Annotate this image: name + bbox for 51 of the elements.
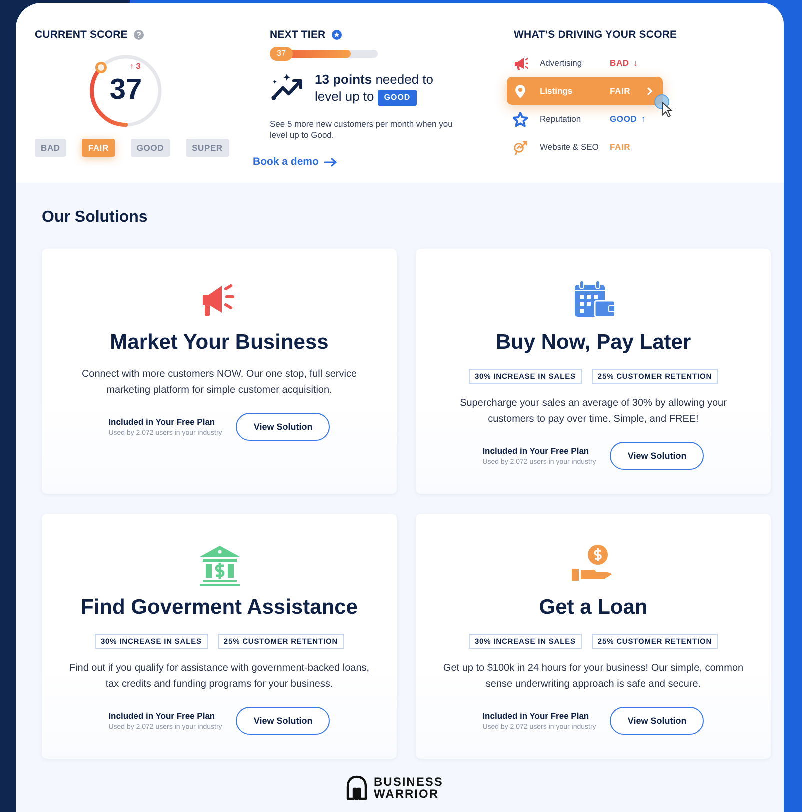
section-title: CURRENT SCORE — [35, 29, 128, 41]
view-solution-button[interactable]: View Solution — [236, 413, 330, 441]
score-value: 37 — [108, 74, 144, 107]
tier-description: See 5 more new customers per month when you level up to Good. — [270, 119, 454, 141]
score-factor-item[interactable]: Website & SEO FAIR — [507, 133, 663, 161]
plan-label: Included in Your Free Plan — [482, 446, 590, 456]
helmet-logo-icon — [346, 775, 368, 801]
score-factor-item[interactable]: Advertising BAD ↓ — [507, 49, 663, 77]
trend-arrow: ↑ — [641, 114, 646, 124]
magnifier-chart-icon — [513, 140, 528, 154]
plan-label: Included in Your Free Plan — [108, 711, 216, 721]
plan-label: Included in Your Free Plan — [108, 417, 216, 427]
score-change: ↑ 3 — [130, 62, 141, 71]
tier-badge: SUPER — [186, 139, 229, 157]
card-description: Connect with more customers NOW. Our one stop, full service marketing platform for simple customer acquisition. — [80, 368, 358, 398]
help-icon — [134, 30, 144, 40]
card-description: Get up to $100k in 24 hours for your business! Our simple, common sense underwriting approach is safe and secure. — [442, 662, 745, 692]
section-heading: Our Solutions — [42, 209, 149, 227]
view-solution-button[interactable]: View Solution — [610, 442, 704, 470]
brand-logo-text: BUSINESS WARRIOR — [374, 776, 444, 800]
card-title: Find Goverment Assistance — [81, 596, 358, 620]
star-badge-icon — [332, 30, 342, 40]
score-factor-item[interactable]: Reputation GOOD ↑ — [507, 105, 663, 133]
view-solution-button[interactable]: View Solution — [610, 707, 704, 735]
trend-arrow: ↓ — [633, 58, 638, 68]
star-icon — [513, 112, 528, 126]
book-demo-link[interactable]: Book a demo — [253, 156, 337, 168]
tier-badge: GOOD — [378, 90, 417, 106]
megaphone-icon — [513, 56, 528, 70]
chevron-right-icon — [647, 86, 653, 96]
card-title: Buy Now, Pay Later — [496, 331, 692, 355]
cursor-icon — [654, 94, 674, 118]
card-title: Get a Loan — [539, 596, 648, 620]
headline-text: 13 points needed to — [315, 71, 435, 88]
map-pin-icon — [513, 84, 528, 98]
card-description: Supercharge your sales an average of 30% by allowing your customers to pay over time. Simple, and FREE! — [459, 397, 728, 427]
card-title: Market Your Business — [110, 331, 329, 355]
headline-text: level up to — [315, 89, 374, 104]
card-description: Find out if you qualify for assistance with government-backed loans, tax credits and funding programs for your business. — [68, 662, 371, 692]
rating-text: BAD — [610, 58, 630, 68]
tier-badge: FAIR — [82, 139, 115, 157]
section-title: NEXT TIER — [270, 29, 326, 41]
progress-label: 37 — [270, 47, 293, 61]
plan-label: Included in Your Free Plan — [482, 711, 590, 721]
rating-text: GOOD — [610, 114, 638, 124]
tier-badge: GOOD — [130, 139, 170, 157]
rating-text: FAIR — [610, 142, 631, 152]
section-title: WHAT’S DRIVING YOUR SCORE — [514, 29, 678, 41]
arrow-icon — [324, 158, 337, 166]
view-solution-button[interactable]: View Solution — [236, 707, 330, 735]
tier-badge: BAD — [35, 139, 66, 157]
